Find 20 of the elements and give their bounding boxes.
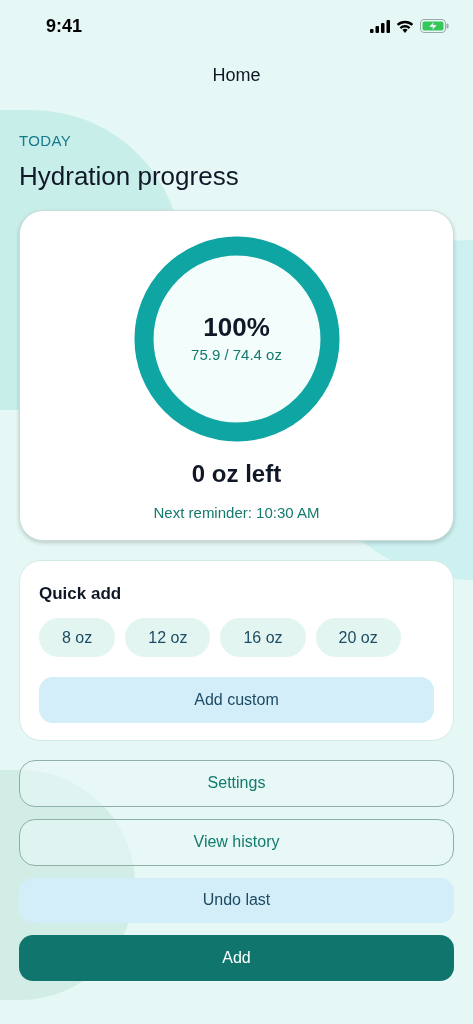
action-button[interactable]: Settings: [19, 759, 454, 807]
action-button[interactable]: Undo last: [19, 877, 454, 923]
add-custom-button[interactable]: Add custom: [39, 677, 434, 723]
nav-title: Home: [212, 63, 261, 87]
amount-text: 75.9 / 74.4 oz: [191, 344, 282, 365]
reminder-text: Next reminder: 10:30 AM: [153, 502, 320, 523]
wifi-icon: [396, 19, 414, 33]
amount-chip[interactable]: 20 oz: [315, 618, 401, 657]
action-button[interactable]: View history: [19, 818, 454, 866]
percent-value: 100%: [203, 311, 270, 344]
section-title: Quick add: [39, 582, 122, 605]
amount-chip[interactable]: 12 oz: [125, 618, 211, 657]
amount-chip[interactable]: 8 oz: [39, 618, 116, 657]
status-time: 9:41: [46, 14, 83, 38]
page-title: Hydration progress: [19, 159, 239, 193]
amount-chip[interactable]: 16 oz: [220, 618, 306, 657]
eyebrow-label: TODAY: [19, 131, 72, 151]
add-button[interactable]: Add: [19, 934, 454, 981]
remaining-text: 0 oz left: [191, 458, 282, 489]
signal-icon: [370, 19, 390, 33]
